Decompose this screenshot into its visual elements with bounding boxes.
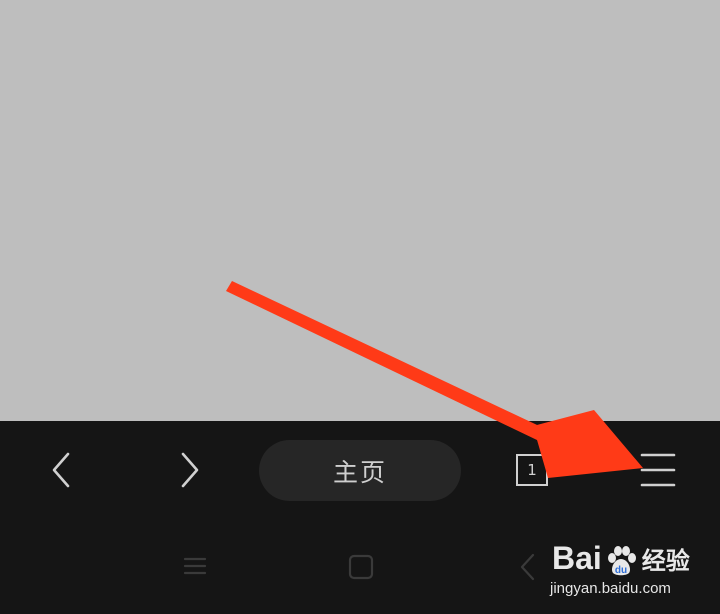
watermark-brand-right: 经验 (641, 547, 690, 575)
watermark-logo: Bai du 经验 (552, 538, 690, 578)
back-icon (520, 553, 535, 581)
chevron-right-icon (181, 452, 199, 488)
page-content-area (0, 0, 720, 421)
screen: 主页 1 Bai du 经验 jingyan.baidu.com (0, 0, 720, 614)
system-back-button[interactable] (513, 549, 543, 585)
browser-toolbar: 主页 1 (0, 421, 720, 521)
home-square-icon (348, 554, 374, 580)
recent-apps-icon (183, 557, 207, 575)
hamburger-menu-icon (640, 453, 676, 487)
menu-button[interactable] (630, 447, 684, 497)
home-button-label: 主页 (332, 457, 387, 487)
chevron-left-icon (52, 452, 70, 488)
recent-apps-button[interactable] (178, 549, 212, 583)
paw-icon: du (607, 545, 636, 576)
home-button[interactable]: 主页 (259, 440, 461, 501)
system-home-button[interactable] (343, 549, 379, 585)
watermark-url: jingyan.baidu.com (550, 580, 671, 597)
tab-count: 1 (527, 460, 537, 479)
watermark-brand-left: Bai (552, 540, 602, 576)
forward-button[interactable] (164, 445, 214, 495)
tabs-button[interactable]: 1 (516, 454, 548, 486)
baidu-jingyan-watermark: Bai du 经验 jingyan.baidu.com (548, 530, 708, 610)
back-button[interactable] (36, 445, 86, 495)
svg-text:du: du (615, 565, 627, 576)
